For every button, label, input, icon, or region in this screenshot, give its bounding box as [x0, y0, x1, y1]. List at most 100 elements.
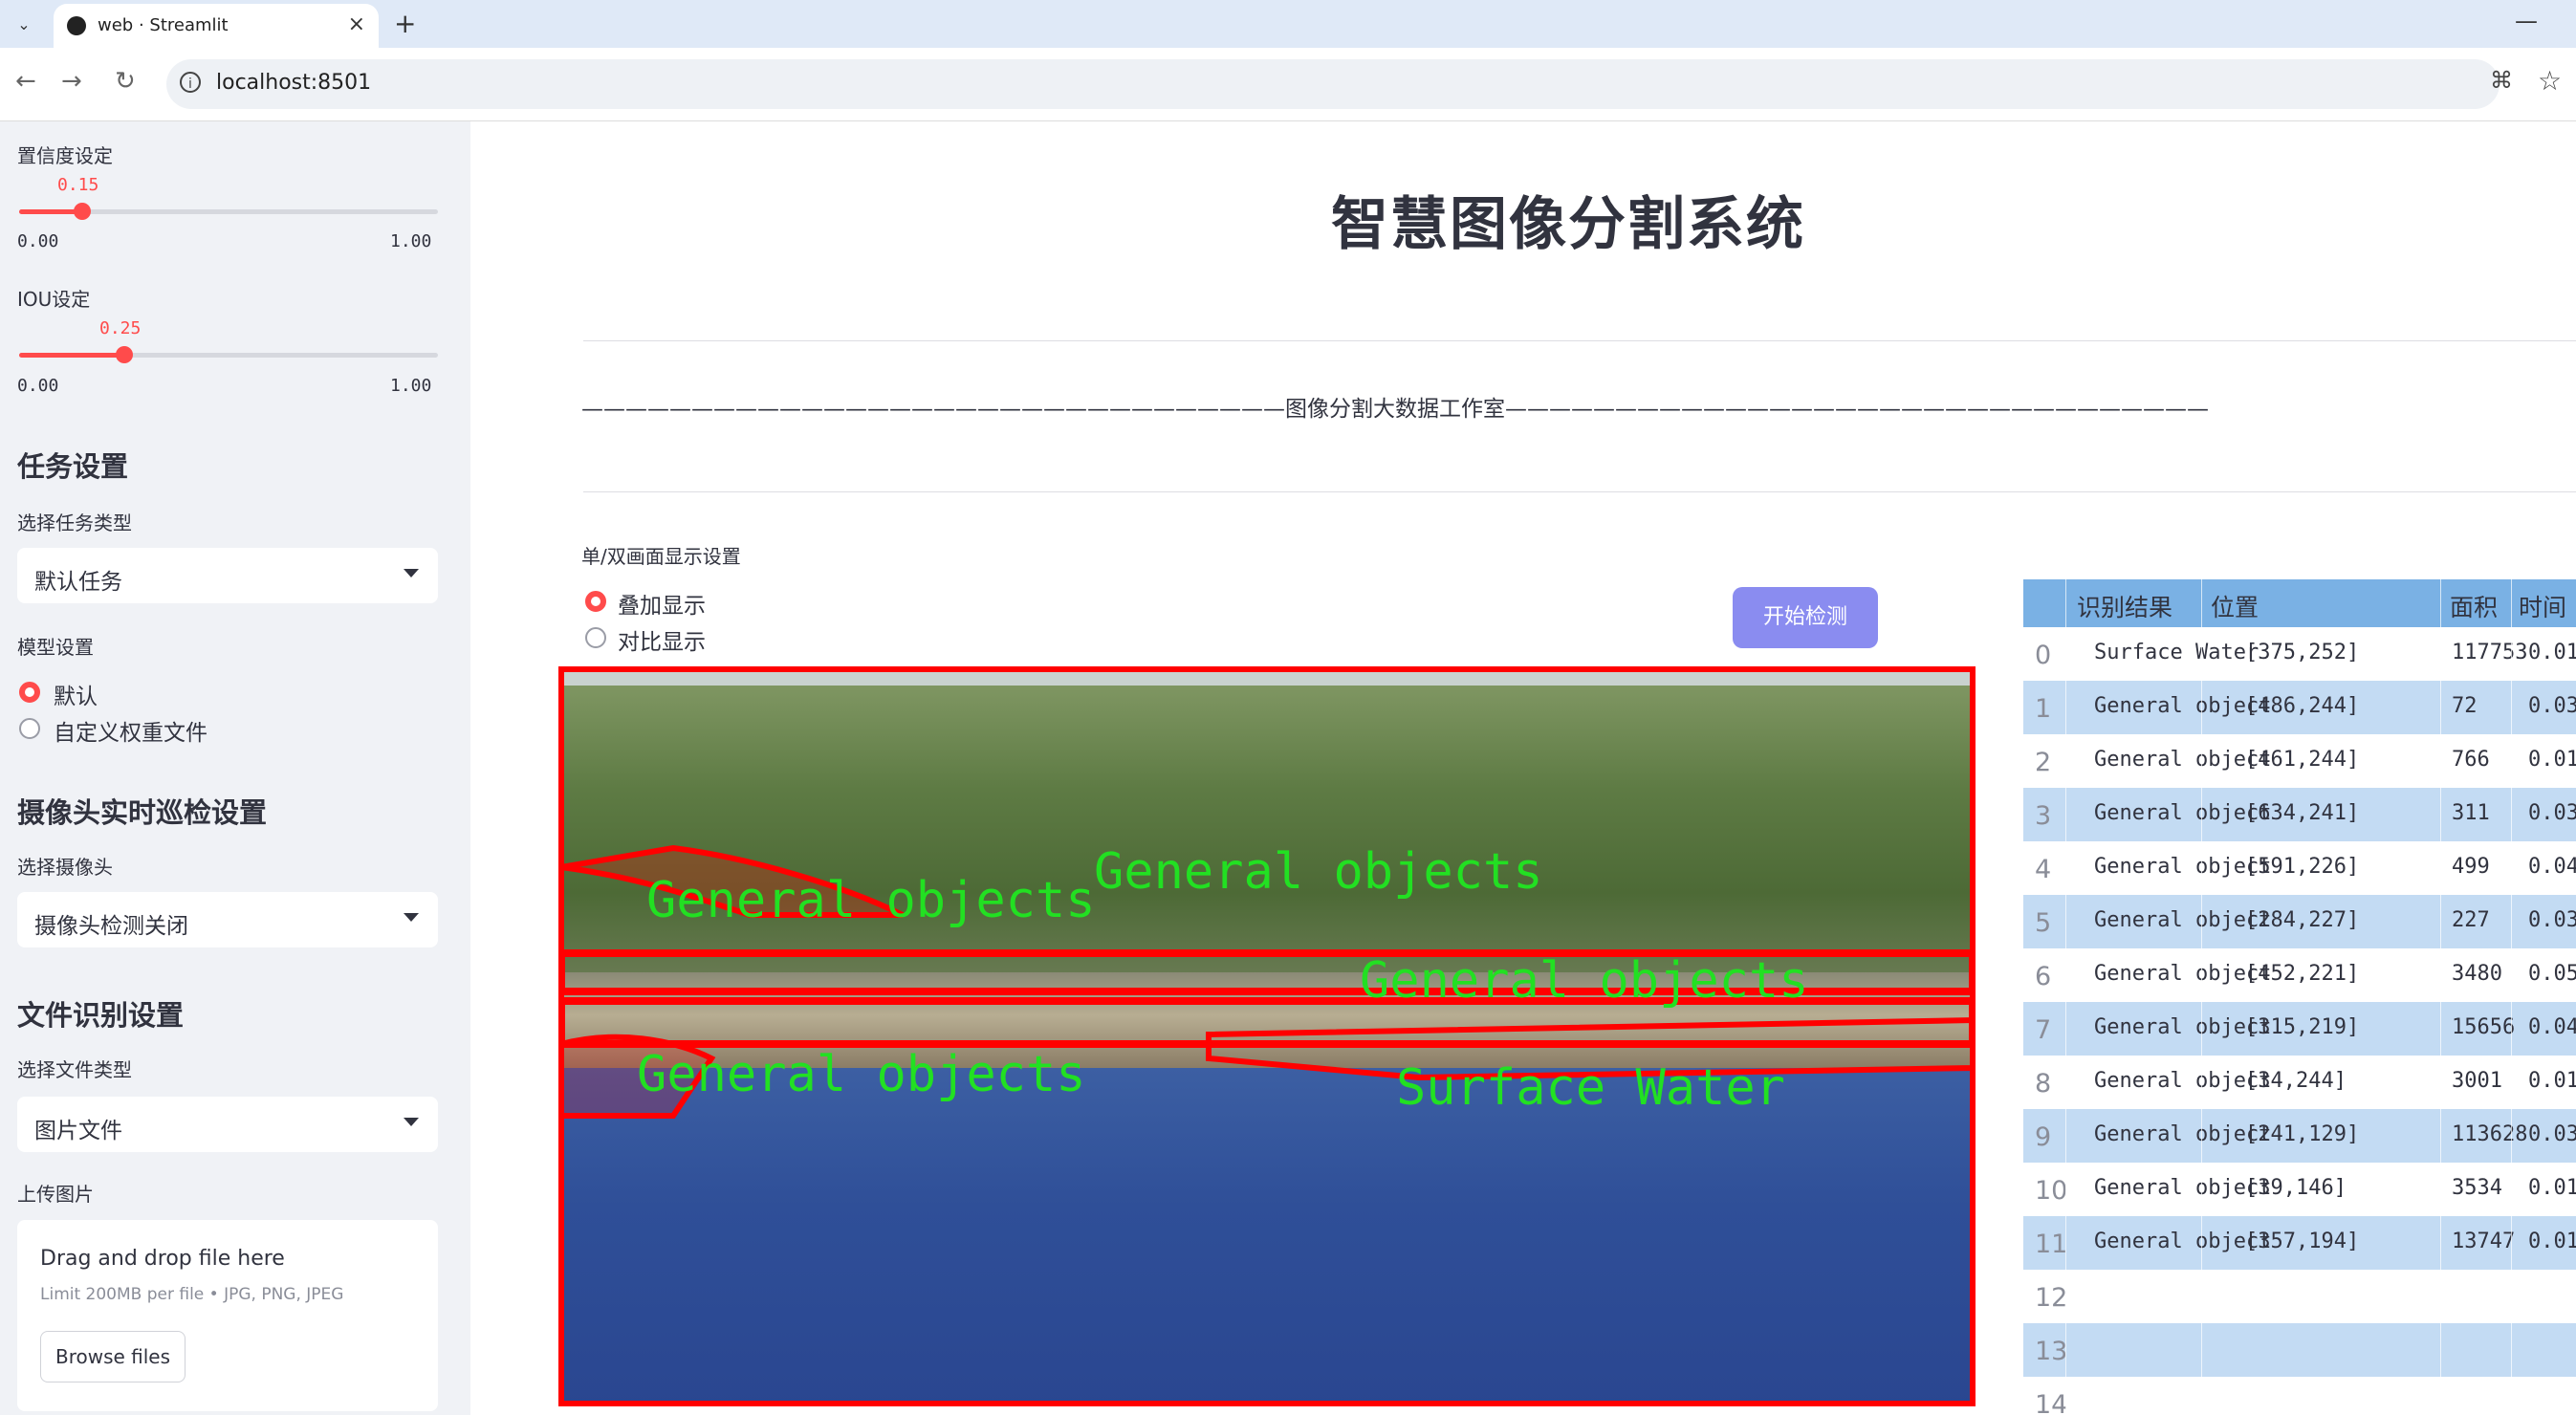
table-row[interactable]: 3 General object [634,241] 311 0.03: [2023, 788, 2576, 841]
translate-icon[interactable]: ⌘: [2490, 67, 2513, 94]
start-detection-button[interactable]: 开始检测: [1733, 587, 1878, 648]
table-row[interactable]: 8 General object [34,244] 3001 0.01: [2023, 1056, 2576, 1109]
reload-icon[interactable]: ↻: [115, 67, 136, 96]
cell-area: 13747: [2452, 1230, 2516, 1253]
cell-area: 15656: [2452, 1015, 2516, 1039]
compare-display-radio[interactable]: [585, 627, 606, 648]
mask-label-2: General objects: [1094, 843, 1543, 901]
file-type-value: 图片文件: [34, 1119, 122, 1143]
confidence-slider[interactable]: [19, 203, 438, 220]
window-minimize-icon[interactable]: —: [2515, 8, 2538, 34]
column-divider: [2511, 579, 2512, 1415]
header-time[interactable]: 时间: [2519, 589, 2566, 623]
table-row[interactable]: 14: [2023, 1377, 2576, 1415]
segmentation-mask-overlay: General objects General objects General …: [558, 666, 1976, 1406]
confidence-slider-thumb[interactable]: [73, 203, 91, 220]
cell-area: 766: [2452, 748, 2490, 772]
tab-menu-chevron-down-icon[interactable]: ⌄: [10, 10, 38, 38]
back-arrow-icon[interactable]: ←: [15, 67, 36, 96]
iou-slider[interactable]: [19, 346, 438, 363]
browser-tab[interactable]: web · Streamlit ×: [54, 4, 379, 48]
bookmark-star-icon[interactable]: ☆: [2538, 65, 2562, 97]
results-table: 识别结果 位置 面积 时间 0 Surface Water [375,252] 117…: [2023, 579, 2576, 1415]
confidence-value: 0.15: [57, 175, 99, 195]
cell-time: 0.01: [2528, 1230, 2576, 1253]
site-info-icon[interactable]: i: [180, 72, 201, 93]
table-row[interactable]: 10 General object [39,146] 3534 0.01: [2023, 1163, 2576, 1216]
cell-position: [39,146]: [2245, 1176, 2347, 1200]
tab-close-icon[interactable]: ×: [348, 12, 365, 36]
overlay-display-label[interactable]: 叠加显示: [618, 587, 706, 620]
cell-time: 0.03: [2528, 908, 2576, 932]
cell-result: Surface Water: [2094, 641, 2259, 664]
cell-position: [591,226]: [2245, 855, 2360, 879]
cell-area: 117753: [2452, 641, 2528, 664]
cell-position: [284,227]: [2245, 908, 2360, 932]
row-index: 13: [2035, 1337, 2068, 1366]
browse-files-button[interactable]: Browse files: [40, 1331, 186, 1382]
iou-slider-thumb[interactable]: [115, 346, 133, 363]
new-tab-plus-icon[interactable]: +: [394, 8, 416, 39]
table-row[interactable]: 1 General object [486,244] 72 0.03: [2023, 681, 2576, 734]
cell-area: 72: [2452, 694, 2478, 718]
cell-position: [486,244]: [2245, 694, 2360, 718]
model-custom-radio[interactable]: [19, 718, 40, 739]
cell-time: 0.03: [2528, 1122, 2576, 1146]
task-type-select[interactable]: 默认任务: [17, 548, 438, 603]
row-index: 10: [2035, 1176, 2068, 1206]
table-row[interactable]: 6 General object [452,221] 3480 0.05: [2023, 948, 2576, 1002]
column-divider: [2440, 579, 2441, 1415]
cell-position: [241,129]: [2245, 1122, 2360, 1146]
table-row[interactable]: 2 General object [461,244] 766 0.01: [2023, 734, 2576, 788]
header-position[interactable]: 位置: [2211, 589, 2259, 623]
tab-title: web · Streamlit: [98, 15, 229, 35]
compare-display-label[interactable]: 对比显示: [618, 623, 706, 656]
model-custom-label[interactable]: 自定义权重文件: [54, 714, 207, 747]
confidence-label: 置信度设定: [17, 144, 113, 167]
table-row[interactable]: 13: [2023, 1323, 2576, 1377]
url-field[interactable]: i localhost:8501: [166, 59, 2500, 109]
task-settings-heading: 任务设置: [17, 450, 129, 483]
model-settings-label: 模型设置: [17, 636, 94, 659]
header-result[interactable]: 识别结果: [2077, 589, 2172, 623]
forward-arrow-icon[interactable]: →: [61, 67, 82, 96]
display-mode-label: 单/双画面显示设置: [581, 545, 741, 568]
table-row[interactable]: 12: [2023, 1270, 2576, 1323]
model-default-label[interactable]: 默认: [54, 678, 98, 710]
url-text: localhost:8501: [216, 71, 372, 95]
browser-tab-strip: ⌄ web · Streamlit × + —: [0, 0, 2576, 48]
cell-time: 0.03: [2528, 801, 2576, 825]
mask-label-1: General objects: [646, 872, 1096, 929]
file-type-select[interactable]: 图片文件: [17, 1097, 438, 1152]
row-index: 7: [2035, 1015, 2052, 1045]
table-row[interactable]: 5 General object [284,227] 227 0.03: [2023, 895, 2576, 948]
camera-select[interactable]: 摄像头检测关闭: [17, 892, 438, 947]
row-index: 9: [2035, 1122, 2052, 1152]
row-index: 3: [2035, 801, 2052, 831]
table-row[interactable]: 7 General object [315,219] 15656 0.04: [2023, 1002, 2576, 1056]
table-row[interactable]: 4 General object [591,226] 499 0.04: [2023, 841, 2576, 895]
model-default-radio[interactable]: [19, 682, 40, 703]
cell-area: 227: [2452, 908, 2490, 932]
column-divider: [2201, 579, 2202, 1415]
confidence-slider-fill: [19, 209, 82, 214]
chevron-down-icon: [404, 913, 419, 922]
divider-top: [583, 340, 2576, 341]
table-row[interactable]: 0 Surface Water [375,252] 117753 0.01: [2023, 627, 2576, 681]
chevron-down-icon: [404, 569, 419, 577]
row-index: 0: [2035, 641, 2052, 670]
cell-area: 499: [2452, 855, 2490, 879]
cell-time: 0.01: [2528, 748, 2576, 772]
task-type-value: 默认任务: [34, 570, 122, 595]
address-bar: ← → ↻ i localhost:8501 ⌘ ☆: [0, 48, 2576, 121]
studio-banner: ————————————————————————————————图像分割大数据工…: [581, 397, 2209, 422]
file-uploader-dropzone[interactable]: Drag and drop file here Limit 200MB per …: [17, 1220, 438, 1411]
iou-label: IOU设定: [17, 288, 91, 311]
table-row[interactable]: 9 General object [241,129] 113628 0.03: [2023, 1109, 2576, 1163]
table-row[interactable]: 11 General object [357,194] 13747 0.01: [2023, 1216, 2576, 1270]
confidence-max: 1.00: [390, 231, 432, 251]
header-area[interactable]: 面积: [2450, 589, 2498, 623]
cell-area: 3001: [2452, 1069, 2502, 1093]
overlay-display-radio[interactable]: [585, 591, 606, 612]
cell-position: [461,244]: [2245, 748, 2360, 772]
